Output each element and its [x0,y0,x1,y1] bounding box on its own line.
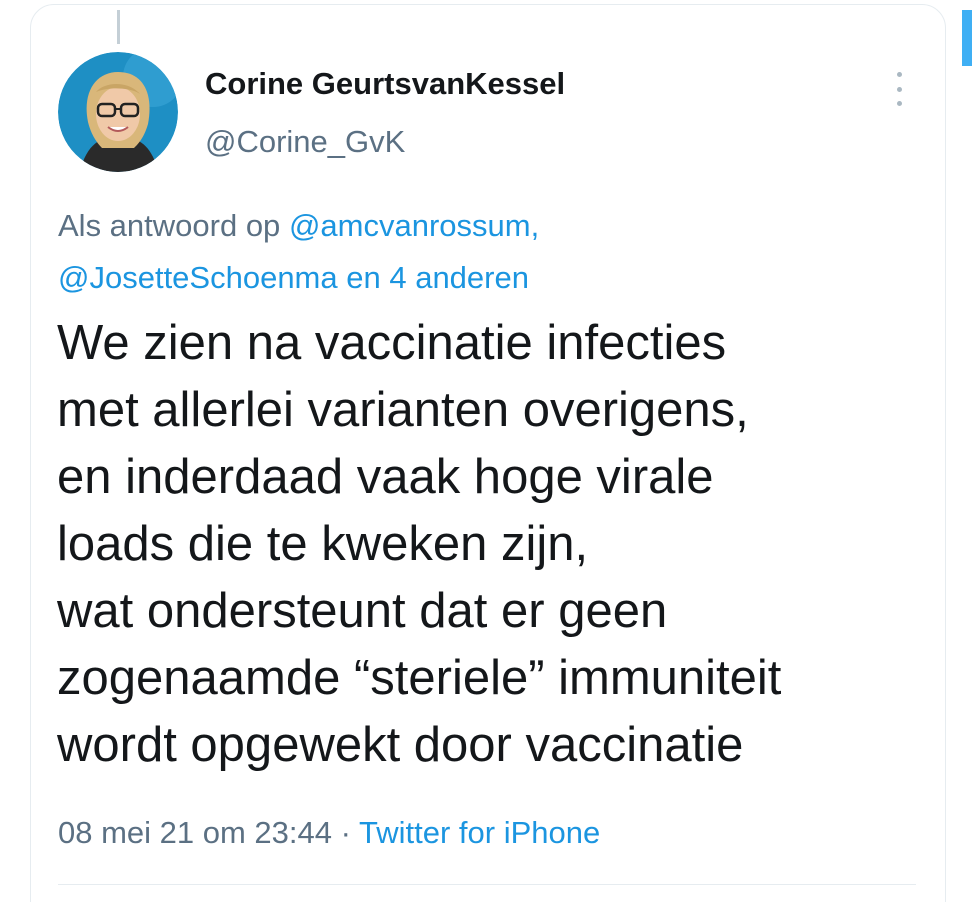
more-dot [896,86,902,92]
tweet-body: We zien na vaccinatie infecties met alle… [57,310,937,779]
author-display-name[interactable]: Corine GeurtsvanKessel [205,66,565,102]
tweet-detail-screen: Corine GeurtsvanKessel @Corine_GvK Als a… [0,0,972,902]
meta-separator: · [332,815,360,850]
tweet-line: en inderdaad vaak hoge virale [57,450,714,504]
mention-others-link[interactable]: en 4 anderen [346,260,529,295]
tweet-line: wordt opgewekt door vaccinatie [57,718,744,772]
divider [58,884,916,885]
more-dot [896,72,902,77]
reply-prefix: Als antwoord op [58,208,281,243]
tweet-line: We zien na vaccinatie infecties [57,316,727,370]
tweet-line: wat ondersteunt dat er geen [57,584,668,638]
reply-context: Als antwoord op @amcvanrossum, @JosetteS… [58,200,918,304]
profile-photo [58,52,178,172]
tweet-line: zogenaamde “steriele” immuniteit [57,651,782,705]
tweet-timestamp[interactable]: 08 mei 21 om 23:44 [58,815,332,850]
scrollbar-thumb[interactable] [962,10,972,66]
more-dot [896,101,902,106]
thread-connector-line [117,10,120,44]
tweet-source-link[interactable]: Twitter for iPhone [359,815,600,850]
tweet-line: met allerlei varianten overigens, [57,383,749,437]
tweet-meta: 08 mei 21 om 23:44 · Twitter for iPhone [58,815,600,851]
tweet-line: loads die te kweken zijn, [57,517,589,571]
mention-josetteschoenma[interactable]: @JosetteSchoenma [58,260,338,295]
more-vertical-icon[interactable] [886,72,912,106]
mention-amcvanrossum[interactable]: @amcvanrossum, [289,208,539,243]
author-avatar[interactable] [58,52,178,172]
author-handle[interactable]: @Corine_GvK [205,124,405,160]
